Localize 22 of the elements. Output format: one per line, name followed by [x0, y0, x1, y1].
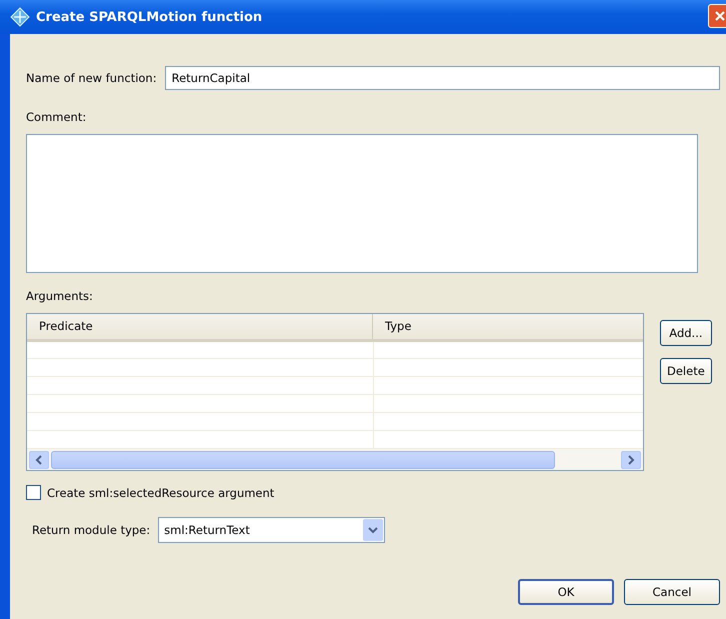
scroll-left-icon[interactable] [29, 450, 49, 469]
chevron-down-icon[interactable] [368, 526, 378, 534]
return-type-dropdown[interactable]: sml:ReturnText [158, 517, 386, 543]
name-label: Name of new function: [26, 71, 157, 85]
comment-field[interactable] [26, 134, 698, 273]
return-type-label: Return module type: [32, 523, 150, 537]
name-field[interactable]: ReturnCapital [164, 66, 720, 90]
cancel-button[interactable]: Cancel [624, 579, 720, 605]
window-title: Create SPARQLMotion function [36, 10, 262, 24]
checkbox[interactable] [26, 485, 41, 500]
diamond-icon [10, 7, 30, 27]
ok-button[interactable]: OK [518, 579, 614, 605]
checkbox-label: Create sml:selectedResource argument [47, 486, 274, 500]
column-header[interactable]: Predicate [27, 314, 373, 338]
column-header[interactable]: Type [373, 314, 412, 338]
comment-label: Comment: [26, 110, 88, 124]
scroll-right-icon[interactable] [621, 450, 641, 469]
arguments-label: Arguments: [26, 289, 94, 303]
close-icon[interactable] [714, 10, 726, 22]
close-button[interactable] [708, 4, 726, 28]
argument-button[interactable]: Add... [660, 320, 712, 346]
argument-button[interactable]: Delete [660, 358, 712, 384]
